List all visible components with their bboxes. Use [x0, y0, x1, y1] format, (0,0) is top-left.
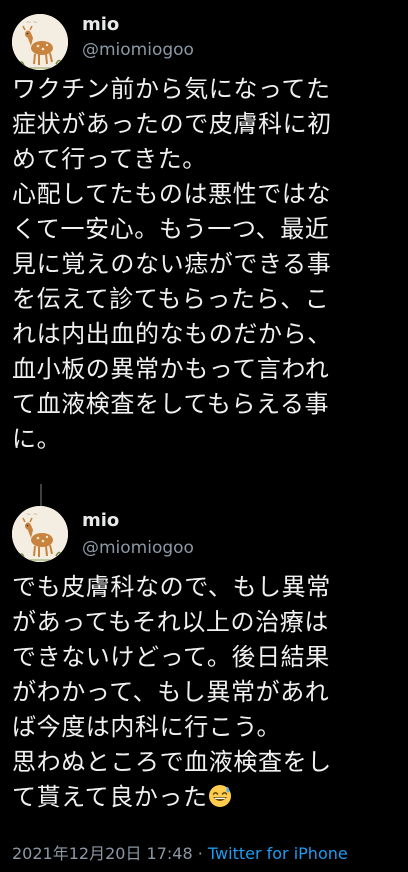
- tweet-text: でも皮膚科なので、もし異常 があってもそれ以上の治療は できないけどって。後日結…: [12, 570, 402, 815]
- tweet-text-line: て血液検査をしてもらえる事: [12, 390, 330, 418]
- tweet-text-line: くて一安心。もう一つ、最近: [12, 215, 330, 243]
- tweet-text-line: できないけどって。後日結果: [12, 643, 330, 671]
- tweet-text-line: ば今度は内科に行こう。: [12, 713, 282, 741]
- tweet-text-line: があってもそれ以上の治療は: [12, 608, 329, 636]
- tweet-text-line: て貰えて良かった: [12, 780, 402, 815]
- display-name[interactable]: mio: [82, 14, 119, 35]
- tweet-text-line: ワクチン前から気になってた: [12, 75, 331, 103]
- tweet-client-link[interactable]: Twitter for iPhone: [208, 844, 348, 863]
- svg-text:~ ~: ~ ~: [26, 19, 38, 26]
- avatar-deer-image: ~ ~: [12, 14, 68, 70]
- user-handle[interactable]: @miomiogoo: [82, 538, 194, 558]
- tweet-text-line: 心配してたものは悪性ではな: [12, 180, 332, 208]
- tweet-text-line: がわかって、もし異常があれ: [12, 678, 330, 706]
- tweet-text-line: れは内出血的なものだから、: [12, 320, 332, 348]
- svg-text:~ ~: ~ ~: [26, 511, 38, 518]
- tweet-text-line: に。: [12, 425, 62, 453]
- tweet-meta: 2021年12月20日 17:48 · Twitter for iPhone: [12, 840, 348, 864]
- avatar[interactable]: ~ ~: [12, 506, 68, 562]
- meta-separator: ·: [192, 844, 208, 863]
- user-handle[interactable]: @miomiogoo: [82, 40, 194, 60]
- grinning-sweat-emoji-icon: [208, 785, 231, 807]
- tweet-text-line: めて行ってきた。: [12, 145, 207, 173]
- tweet-text-line: 思わぬところで血液検査をし: [12, 748, 332, 776]
- tweet-text-line: 症状があったので皮膚科に初: [12, 110, 332, 138]
- tweet-timestamp[interactable]: 2021年12月20日 17:48: [12, 844, 193, 863]
- tweet-text-line: 血小板の異常かもって言われ: [12, 355, 330, 383]
- display-name[interactable]: mio: [82, 510, 119, 531]
- tweet-1[interactable]: ~ ~ mio @miomiogoo ワクチン前から気になってた 症状があったの…: [0, 0, 408, 484]
- tweet-text-line: を伝えて診てもらったら、こ: [12, 285, 330, 313]
- avatar[interactable]: ~ ~: [12, 14, 68, 70]
- tweet-text-last-segment: て貰えて良かった: [12, 783, 208, 811]
- tweet-text-line: でも皮膚科なので、もし異常: [12, 573, 331, 601]
- tweet-text-line: 見に覚えのない痣ができる事: [12, 250, 332, 278]
- avatar-deer-image: ~ ~: [12, 506, 68, 562]
- tweet-2[interactable]: ~ ~ mio @miomiogoo でも皮膚科なので、もし異常 があってもそれ…: [0, 496, 408, 872]
- tweet-text: ワクチン前から気になってた 症状があったので皮膚科に初 めて行ってきた。 心配し…: [12, 72, 402, 457]
